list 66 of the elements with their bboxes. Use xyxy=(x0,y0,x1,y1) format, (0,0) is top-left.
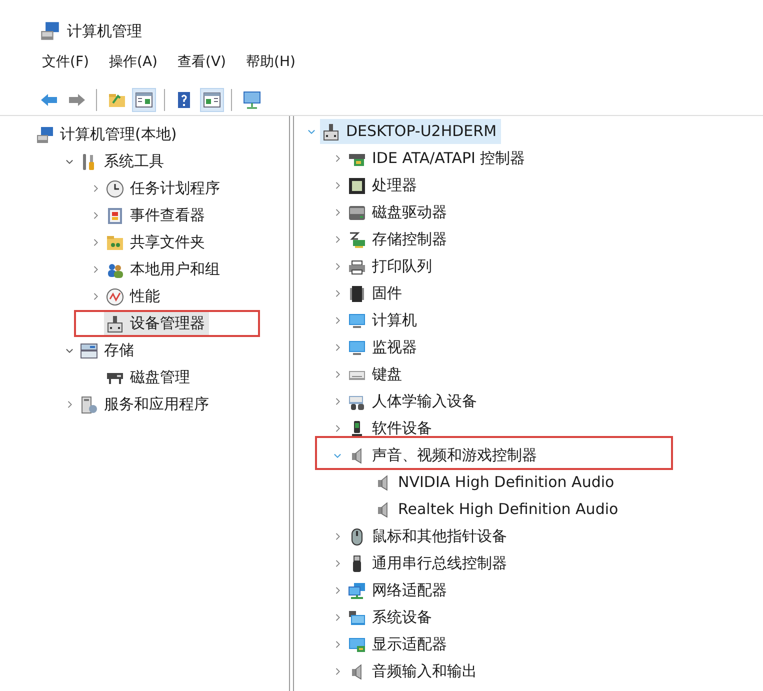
tree-item[interactable]: NVIDIA High Definition Audio xyxy=(372,470,618,495)
tree-item[interactable]: 系统设备 xyxy=(346,605,436,630)
device-icon xyxy=(106,314,124,332)
log-icon xyxy=(106,206,124,224)
chip-icon xyxy=(348,284,366,302)
gauge-icon xyxy=(106,288,124,306)
tree-item[interactable]: 系统工具 xyxy=(78,149,168,174)
tree-item[interactable]: IDE ATA/ATAPI 控制器 xyxy=(346,146,530,171)
folder-monitor-icon xyxy=(348,608,366,626)
tree-item[interactable]: 计算机 xyxy=(346,308,421,333)
help-icon xyxy=(175,91,193,109)
tree-item[interactable]: 性能 xyxy=(104,284,164,309)
tree-item[interactable]: 监视器 xyxy=(346,335,421,360)
action-pane-icon xyxy=(202,91,220,109)
server-icon xyxy=(80,396,98,414)
menu-item[interactable]: 帮助(H) xyxy=(246,52,296,82)
computer-icon xyxy=(40,21,60,41)
tree-item[interactable]: 鼠标和其他指针设备 xyxy=(346,524,511,549)
storage-icon xyxy=(80,342,98,360)
tree-item[interactable]: 音频输入和输出 xyxy=(346,659,481,684)
tree-item[interactable]: 设备管理器 xyxy=(104,311,209,336)
tree-item[interactable]: 人体学输入设备 xyxy=(346,389,481,414)
chip-icon xyxy=(348,176,366,194)
tree-item[interactable]: 打印队列 xyxy=(346,254,436,279)
network-icon xyxy=(348,582,366,600)
printer-icon xyxy=(348,258,366,276)
tree-item[interactable]: 任务计划程序 xyxy=(104,176,224,201)
tree-item[interactable]: 声音、视频和游戏控制器 xyxy=(346,443,541,468)
monitor-icon xyxy=(348,312,366,330)
console-tree-button[interactable] xyxy=(132,88,156,112)
console-tree-icon xyxy=(135,91,153,109)
display-adapter-icon xyxy=(348,636,366,654)
tree-item[interactable]: 显示适配器 xyxy=(346,632,451,657)
tree-item[interactable]: 固件 xyxy=(346,281,406,306)
computer-icon xyxy=(36,126,54,144)
tree-item[interactable]: 软件设备 xyxy=(346,416,436,441)
storage-controller-icon xyxy=(348,230,366,248)
forward-arrow-icon xyxy=(68,91,86,109)
monitor-icon xyxy=(348,338,366,356)
menu-item[interactable]: 查看(V) xyxy=(178,52,226,82)
folder-up-icon xyxy=(108,91,126,109)
folder-icon xyxy=(106,234,124,252)
tree-item[interactable]: 共享文件夹 xyxy=(104,230,209,255)
tree-item[interactable]: 服务和应用程序 xyxy=(78,392,213,417)
tree-item[interactable]: 键盘 xyxy=(346,362,406,387)
device-icon xyxy=(322,122,340,140)
tree-item[interactable]: 磁盘管理 xyxy=(104,365,194,390)
tree-item[interactable]: 事件查看器 xyxy=(104,203,209,228)
tree-item[interactable]: DESKTOP-U2HDERM xyxy=(320,119,501,144)
tree-item[interactable]: 计算机管理(本地) xyxy=(34,122,181,147)
tree-item[interactable]: 本地用户和组 xyxy=(104,257,224,282)
monitor-icon xyxy=(242,91,260,109)
menu-item[interactable]: 文件(F) xyxy=(42,52,89,82)
clock-icon xyxy=(106,180,124,198)
action-pane-button[interactable] xyxy=(200,88,224,112)
tree-item[interactable]: 存储 xyxy=(78,338,138,363)
tree-item[interactable]: 网络适配器 xyxy=(346,578,451,603)
tree-item[interactable]: 处理器 xyxy=(346,173,421,198)
tree-item[interactable]: 存储控制器 xyxy=(346,227,451,252)
tree-item[interactable]: 通用串行总线控制器 xyxy=(346,551,511,576)
menu-item[interactable]: 操作(A) xyxy=(108,52,158,82)
drive-icon xyxy=(348,204,366,222)
window-title: 计算机管理 xyxy=(67,20,142,42)
tree-item[interactable]: 磁盘驱动器 xyxy=(346,200,451,225)
back-arrow-icon xyxy=(40,91,58,109)
tree-item[interactable]: Realtek High Definition Audio xyxy=(372,497,622,522)
